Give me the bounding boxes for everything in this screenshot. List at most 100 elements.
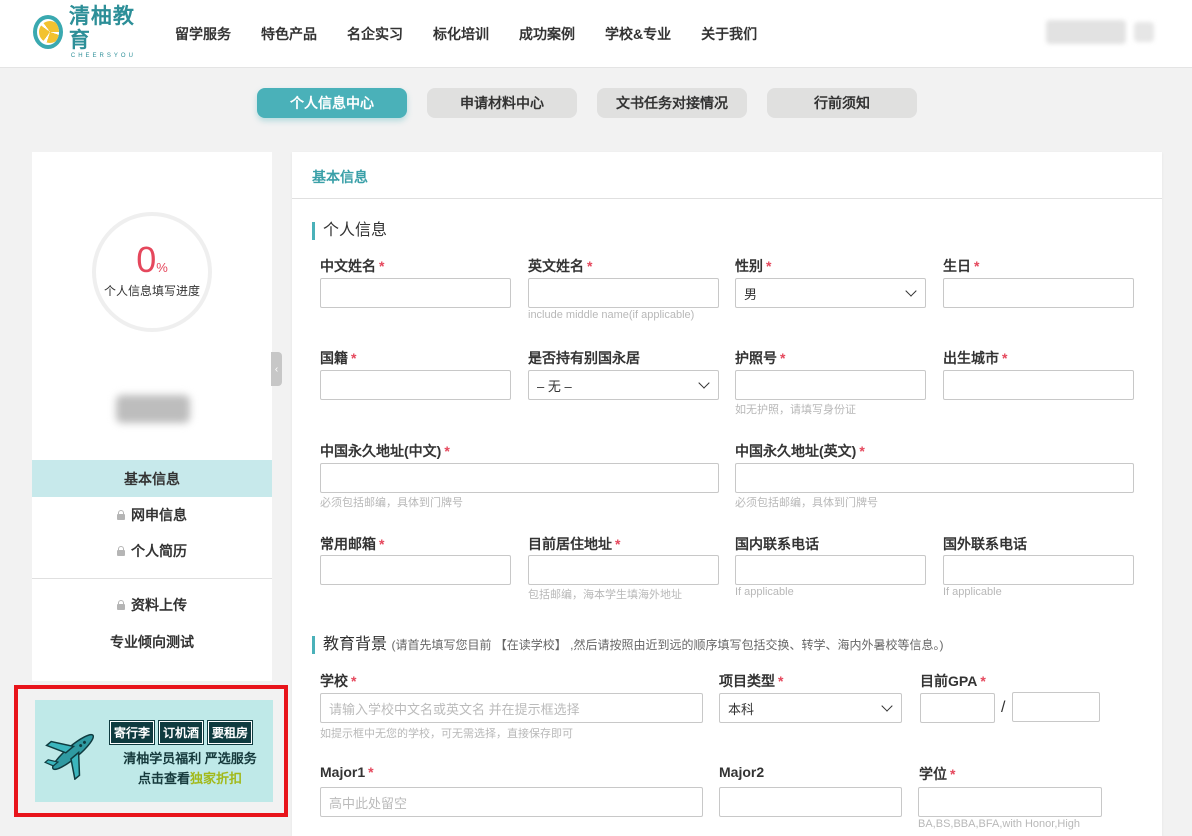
lock-icon [117, 599, 125, 610]
program-type-select[interactable]: 本科 [719, 693, 902, 723]
promo-line-1: 清柚学员福利 严选服务 [123, 751, 257, 766]
top-nav: 清柚教育 CHEERSYOU 留学服务 特色产品 名企实习 标化培训 成功案例 … [0, 0, 1192, 68]
progress-ring: 0% 个人信息填写进度 [92, 212, 212, 332]
sidebar-item-label: 基本信息 [124, 470, 180, 487]
cn-address-en-label: 中国永久地址(英文) * [735, 443, 865, 459]
user-avatar[interactable] [1134, 22, 1154, 42]
passport-label: 护照号 * [735, 350, 786, 366]
foreign-phone-hint: If applicable [943, 586, 1002, 598]
progress-value: 0% [136, 239, 168, 280]
domestic-phone-label: 国内联系电话 [735, 536, 819, 552]
sidebar-item-basic-info[interactable]: 基本信息 [32, 460, 272, 497]
logo[interactable]: 清柚教育 CHEERSYOU [33, 5, 143, 59]
gpa-input[interactable] [920, 693, 995, 723]
tab-personal-info[interactable]: 个人信息中心 [257, 88, 407, 118]
gender-select[interactable]: 男 [735, 278, 926, 308]
tab-pre-departure[interactable]: 行前须知 [767, 88, 917, 118]
email-input[interactable] [320, 555, 511, 585]
chevron-down-icon [881, 700, 893, 712]
logo-text: 清柚教育 [68, 5, 135, 52]
logo-icon [33, 15, 63, 49]
other-pr-label: 是否持有别国永居 [528, 350, 640, 366]
current-address-label: 目前居住地址 * [528, 536, 621, 552]
sidebar-item-online-application[interactable]: 网申信息 [32, 496, 272, 533]
sidebar-divider [32, 578, 272, 579]
nav-links: 留学服务 特色产品 名企实习 标化培训 成功案例 学校&专业 关于我们 [175, 24, 787, 44]
en-name-input[interactable] [528, 278, 719, 308]
birth-city-label: 出生城市 * [943, 350, 1008, 366]
promo-highlight-frame: 寄行李 订机酒 要租房 清柚学员福利 严选服务 点击查看独家折扣 [14, 685, 288, 817]
birth-city-input[interactable] [943, 370, 1134, 400]
chevron-down-icon [905, 285, 917, 297]
degree-label: 学位 * [919, 766, 956, 782]
sidebar-item-label: 专业倾向测试 [110, 633, 194, 650]
gpa-label: 目前GPA * [920, 673, 986, 689]
cn-address-en-input[interactable] [735, 463, 1134, 493]
sidebar-item-resume[interactable]: 个人简历 [32, 532, 272, 569]
nav-link-schools[interactable]: 学校&专业 [605, 24, 671, 44]
cn-address-cn-label: 中国永久地址(中文) * [320, 443, 450, 459]
nav-link-about[interactable]: 关于我们 [701, 24, 757, 44]
degree-hint: BA,BS,BBA,BFA,with Honor,High [918, 818, 1081, 830]
education-note: (请首先填写您目前 【在读学校】 ,然后请按照由近到远的顺序填写包括交换、转学、… [391, 638, 944, 652]
birthday-input[interactable] [943, 278, 1134, 308]
major2-input[interactable] [719, 787, 902, 817]
cn-address-cn-input[interactable] [320, 463, 719, 493]
progress-label: 个人信息填写进度 [103, 284, 200, 298]
nav-link-test-prep[interactable]: 标化培训 [433, 24, 489, 44]
other-pr-select[interactable]: – 无 – [528, 370, 719, 400]
tab-application-materials[interactable]: 申请材料中心 [427, 88, 577, 118]
nav-link-study-abroad[interactable]: 留学服务 [175, 24, 231, 44]
user-name [116, 395, 190, 423]
sidebar: 0% 个人信息填写进度 基本信息 网申信息 个人简历 资料上传 专业倾向测试 [32, 152, 272, 681]
sidebar-item-major-test[interactable]: 专业倾向测试 [32, 623, 272, 660]
degree-input[interactable] [918, 787, 1102, 817]
current-address-hint: 包括邮编，海本学生填海外地址 [528, 589, 682, 601]
gender-label: 性别 * [735, 258, 772, 274]
passport-input[interactable] [735, 370, 926, 400]
school-hint: 如提示框中无您的学校，可无需选择，直接保存即可 [320, 728, 573, 740]
promo-line-2: 点击查看独家折扣 [137, 771, 243, 786]
cn-address-cn-hint: 必须包括邮编，具体到门牌号 [320, 497, 463, 509]
major1-label: Major1 * [320, 764, 374, 780]
promo-discount-link[interactable]: 独家折扣 [190, 771, 242, 786]
sidebar-item-label: 资料上传 [131, 596, 187, 613]
cn-name-label: 中文姓名 * [320, 258, 385, 274]
foreign-phone-input[interactable] [943, 555, 1134, 585]
center-tabs: 个人信息中心 申请材料中心 文书任务对接情况 行前须知 [257, 88, 937, 118]
nav-link-cases[interactable]: 成功案例 [519, 24, 575, 44]
en-name-label: 英文姓名 * [528, 258, 593, 274]
tab-essay-tasks[interactable]: 文书任务对接情况 [597, 88, 747, 118]
lock-icon [117, 545, 125, 556]
gpa-scale-input[interactable] [1012, 692, 1100, 722]
current-address-input[interactable] [528, 555, 719, 585]
promo-tag-luggage: 寄行李 [110, 721, 155, 744]
user-menu[interactable] [1046, 20, 1126, 44]
lock-icon [117, 509, 125, 520]
passport-hint: 如无护照，请填写身份证 [735, 404, 856, 416]
program-type-label: 项目类型 * [719, 673, 784, 689]
domestic-phone-input[interactable] [735, 555, 926, 585]
chevron-down-icon [698, 377, 710, 389]
cn-name-input[interactable] [320, 278, 511, 308]
school-input[interactable]: 请输入学校中文名或英文名 并在提示框选择 [320, 693, 703, 723]
domestic-phone-hint: If applicable [735, 586, 794, 598]
chevron-left-icon: ‹ [274, 363, 279, 375]
foreign-phone-label: 国外联系电话 [943, 536, 1027, 552]
birthday-label: 生日 * [943, 258, 980, 274]
section-education: 教育背景 (请首先填写您目前 【在读学校】 ,然后请按照由近到远的顺序填写包括交… [312, 636, 943, 654]
airplane-icon [43, 733, 95, 780]
basic-info-panel: 基本信息 个人信息 中文姓名 * 英文姓名 * include middle nam… [292, 152, 1162, 836]
school-label: 学校 * [320, 673, 357, 689]
sidebar-item-upload[interactable]: 资料上传 [32, 586, 272, 623]
nav-link-products[interactable]: 特色产品 [261, 24, 317, 44]
nav-link-internship[interactable]: 名企实习 [347, 24, 403, 44]
sidebar-item-label: 个人简历 [131, 542, 187, 559]
major1-input[interactable]: 高中此处留空 [320, 787, 703, 817]
promo-tag-rental: 要租房 [208, 721, 253, 744]
promo-banner[interactable]: 寄行李 订机酒 要租房 清柚学员福利 严选服务 点击查看独家折扣 [35, 700, 273, 802]
nationality-input[interactable] [320, 370, 511, 400]
section-personal-info: 个人信息 [312, 222, 387, 240]
panel-title: 基本信息 [312, 169, 368, 185]
sidebar-collapse-button[interactable]: ‹ [271, 352, 282, 386]
